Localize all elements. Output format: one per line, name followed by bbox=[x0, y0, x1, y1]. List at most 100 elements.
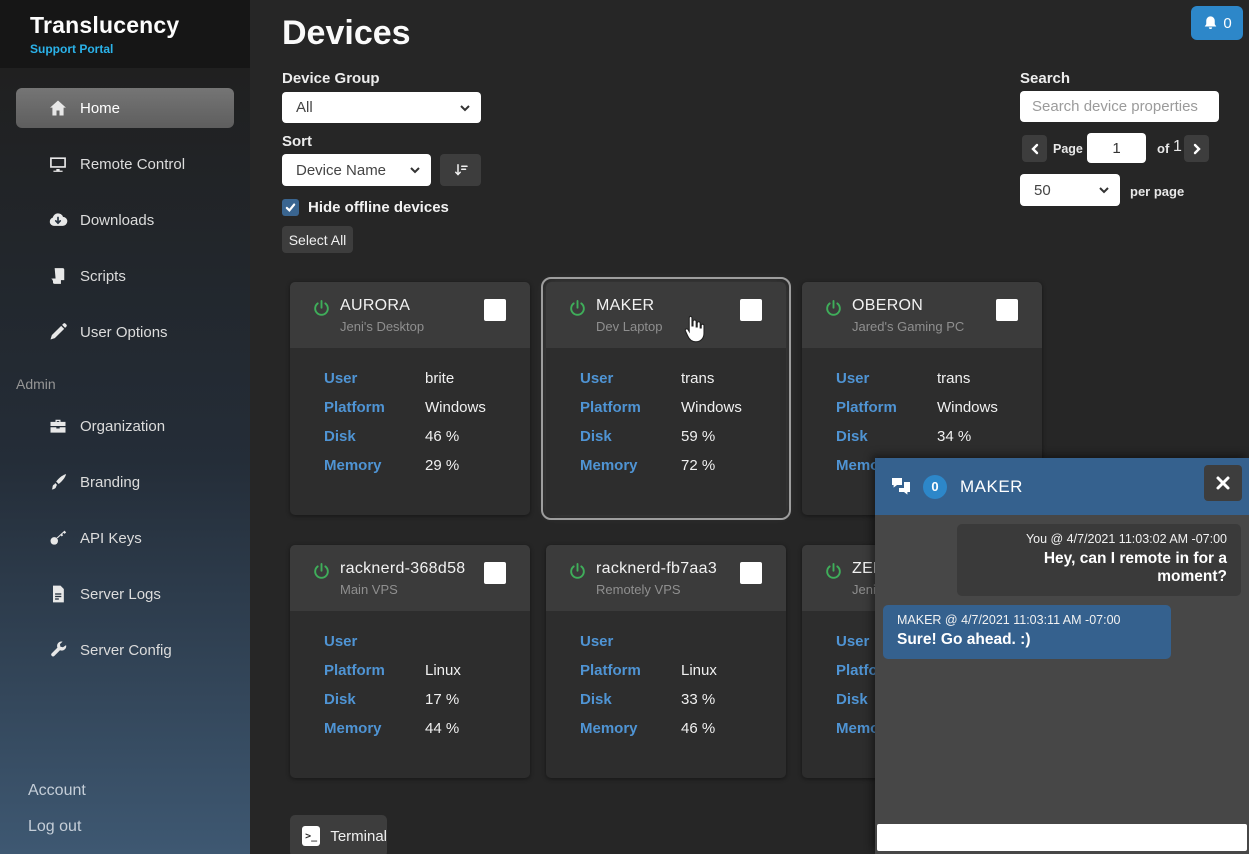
hide-offline-checkbox[interactable] bbox=[282, 199, 299, 216]
download-icon bbox=[48, 210, 68, 230]
sidebar-item-server-logs[interactable]: Server Logs bbox=[16, 574, 234, 614]
chat-message-meta: MAKER @ 4/7/2021 11:03:11 AM -07:00 bbox=[897, 613, 1121, 627]
brand-title: Translucency bbox=[30, 12, 180, 38]
device-card-aurora[interactable]: AURORA Jeni's Desktop User brite Platform Win… bbox=[290, 282, 530, 515]
device-select-checkbox[interactable] bbox=[740, 299, 762, 321]
field-value-disk: 59 % bbox=[681, 428, 716, 445]
device-subtitle: Main VPS bbox=[340, 582, 398, 597]
device-card-body: User brite Platform Windows Disk 46 % Memory 29… bbox=[290, 348, 530, 474]
field-label-memory: Memory bbox=[580, 457, 638, 474]
device-select-checkbox[interactable] bbox=[996, 299, 1018, 321]
chat-close-button[interactable] bbox=[1204, 465, 1242, 501]
terminal-icon: >_ bbox=[302, 826, 321, 846]
sidebar-item-logout[interactable]: Log out bbox=[28, 818, 81, 836]
field-label-user: User bbox=[580, 633, 614, 650]
field-value-disk: 17 % bbox=[425, 691, 460, 708]
sidebar-item-downloads[interactable]: Downloads bbox=[16, 200, 234, 240]
sidebar-item-label: Server Logs bbox=[80, 585, 161, 603]
device-field-row: Disk 33 % bbox=[580, 692, 786, 708]
device-card-body: User Platform Linux Disk 33 % Memory 46 % bbox=[546, 611, 786, 737]
sidebar-item-remote-control[interactable]: Remote Control bbox=[16, 144, 234, 184]
terminal-button[interactable]: >_ Terminal bbox=[290, 815, 387, 854]
per-page-select[interactable]: 50 bbox=[1020, 174, 1120, 206]
device-card-maker[interactable]: MAKER Dev Laptop User trans Platform Windows D… bbox=[541, 277, 791, 520]
device-subtitle: Jared's Gaming PC bbox=[852, 319, 965, 334]
sidebar-item-label: Server Config bbox=[80, 641, 172, 659]
monitor-icon bbox=[48, 154, 68, 174]
field-value-memory: 44 % bbox=[425, 720, 460, 737]
device-group-select[interactable]: All bbox=[282, 92, 481, 123]
field-label-disk: Disk bbox=[580, 691, 612, 708]
sort-label: Sort bbox=[282, 133, 312, 150]
sidebar-item-organization[interactable]: Organization bbox=[16, 406, 234, 446]
device-field-row: Disk 46 % bbox=[324, 429, 530, 445]
field-value-platform: Windows bbox=[425, 399, 486, 416]
device-field-row: Disk 34 % bbox=[836, 429, 1042, 445]
notifications-button[interactable]: 0 bbox=[1191, 6, 1243, 40]
sidebar-item-scripts[interactable]: Scripts bbox=[16, 256, 234, 296]
device-name: racknerd-fb7aa3 bbox=[596, 560, 718, 577]
brush-icon bbox=[48, 472, 68, 492]
device-card-body: User trans Platform Windows Disk 59 % Memory 72… bbox=[546, 348, 786, 474]
power-status-icon bbox=[824, 562, 843, 581]
sidebar-item-branding[interactable]: Branding bbox=[16, 462, 234, 502]
sidebar-item-label: Downloads bbox=[80, 211, 155, 229]
device-name: OBERON bbox=[852, 297, 924, 314]
chat-unread-badge: 0 bbox=[923, 474, 947, 499]
field-label-memory: Memory bbox=[580, 720, 638, 737]
field-label-platform: Platform bbox=[580, 662, 641, 679]
sidebar-item-account[interactable]: Account bbox=[28, 782, 86, 800]
device-field-row: Platform Linux bbox=[324, 663, 530, 679]
field-label-disk: Disk bbox=[836, 428, 868, 445]
field-label-memory: Memory bbox=[324, 457, 382, 474]
device-field-row: User brite bbox=[324, 371, 530, 387]
device-select-checkbox[interactable] bbox=[484, 299, 506, 321]
search-input[interactable] bbox=[1020, 91, 1219, 122]
device-select-checkbox[interactable] bbox=[740, 562, 762, 584]
chat-popup: 0 MAKER You @ 4/7/2021 11:03:02 AM -07:0… bbox=[875, 458, 1249, 854]
next-page-button[interactable] bbox=[1184, 135, 1209, 162]
search-label: Search bbox=[1020, 70, 1071, 87]
prev-page-button[interactable] bbox=[1022, 135, 1047, 162]
chat-header: 0 MAKER bbox=[875, 458, 1249, 515]
sidebar-item-label: Organization bbox=[80, 417, 166, 435]
field-label-disk: Disk bbox=[324, 691, 356, 708]
field-label-memory: Memory bbox=[324, 720, 382, 737]
field-label-user: User bbox=[324, 370, 358, 387]
brand-subtitle[interactable]: Support Portal bbox=[30, 42, 250, 56]
field-value-platform: Linux bbox=[425, 662, 461, 679]
field-value-platform: Windows bbox=[937, 399, 998, 416]
page-input[interactable] bbox=[1087, 133, 1146, 163]
power-status-icon bbox=[824, 299, 843, 318]
notification-count: 0 bbox=[1223, 14, 1232, 32]
chat-message-input[interactable] bbox=[877, 824, 1247, 851]
chevron-right-icon bbox=[1191, 143, 1203, 155]
device-field-row: Memory 72 % bbox=[580, 458, 786, 474]
bell-icon bbox=[1202, 15, 1219, 32]
select-all-button[interactable]: Select All bbox=[282, 226, 353, 253]
chat-message: MAKER @ 4/7/2021 11:03:11 AM -07:00 Sure!… bbox=[883, 605, 1171, 659]
sort-select[interactable]: Device Name bbox=[282, 154, 431, 186]
sidebar-item-server-config[interactable]: Server Config bbox=[16, 630, 234, 670]
page-title: Devices bbox=[282, 14, 411, 52]
power-status-icon bbox=[568, 562, 587, 581]
sidebar-item-api-keys[interactable]: API Keys bbox=[16, 518, 234, 558]
device-card-header: MAKER Dev Laptop bbox=[546, 282, 786, 348]
device-select-checkbox[interactable] bbox=[484, 562, 506, 584]
device-subtitle: Dev Laptop bbox=[596, 319, 663, 334]
sidebar-item-user-options[interactable]: User Options bbox=[16, 312, 234, 352]
sidebar-item-label: Scripts bbox=[80, 267, 126, 285]
device-card-racknerd-fb7aa3[interactable]: racknerd-fb7aa3 Remotely VPS User Platform L… bbox=[546, 545, 786, 778]
briefcase-icon bbox=[48, 416, 68, 436]
sort-direction-button[interactable] bbox=[440, 154, 481, 186]
power-status-icon bbox=[568, 299, 587, 318]
sidebar-item-label: API Keys bbox=[80, 529, 142, 547]
chevron-left-icon bbox=[1029, 143, 1041, 155]
filelog-icon bbox=[48, 584, 68, 604]
sidebar-item-home[interactable]: Home bbox=[16, 88, 234, 128]
device-card-racknerd-368d58[interactable]: racknerd-368d58 Main VPS User Platform Linux… bbox=[290, 545, 530, 778]
hide-offline-label: Hide offline devices bbox=[308, 199, 449, 216]
admin-section-label: Admin bbox=[16, 376, 56, 392]
device-field-row: Platform Linux bbox=[580, 663, 786, 679]
chat-messages: You @ 4/7/2021 11:03:02 AM -07:00 Hey, ca… bbox=[875, 515, 1249, 668]
